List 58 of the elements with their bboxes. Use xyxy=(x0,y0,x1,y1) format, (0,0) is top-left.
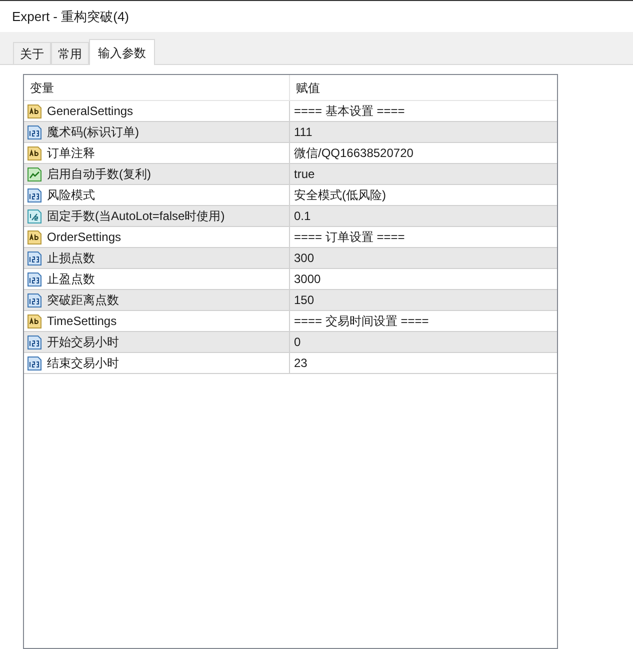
parameter-name: GeneralSettings xyxy=(47,103,134,120)
text-type-icon xyxy=(27,314,42,328)
number-type-icon xyxy=(27,124,42,140)
chart-type-icon xyxy=(27,166,42,182)
parameter-value: 微信/QQ16638520720 xyxy=(294,145,414,162)
parameter-row[interactable]: 启用自动手数(复利) true xyxy=(24,164,557,185)
parameter-row[interactable]: 风险模式 安全模式(低风险) xyxy=(24,185,557,206)
text-type-icon xyxy=(27,146,42,160)
parameter-name: 止损点数 xyxy=(47,250,95,267)
tab[interactable]: 输入参数 xyxy=(89,39,155,65)
parameter-value: 0 xyxy=(294,334,301,351)
parameter-row[interactable]: TimeSettings ==== 交易时间设置 ==== xyxy=(24,311,557,332)
parameter-name: 订单注释 xyxy=(47,145,95,162)
parameter-value: true xyxy=(294,166,315,183)
number-type-icon xyxy=(27,250,42,266)
fraction-type-icon xyxy=(27,208,42,224)
parameter-name: TimeSettings xyxy=(47,313,117,330)
parameter-name: 突破距离点数 xyxy=(47,292,119,309)
parameter-row[interactable]: OrderSettings ==== 订单设置 ==== xyxy=(24,227,557,248)
column-header[interactable]: 变量 xyxy=(24,75,290,100)
parameter-row[interactable]: 订单注释 微信/QQ16638520720 xyxy=(24,143,557,164)
parameter-row[interactable]: 结束交易小时 23 xyxy=(24,353,557,374)
parameter-name: 启用自动手数(复利) xyxy=(47,166,151,183)
parameter-value: 23 xyxy=(294,355,308,372)
parameter-row[interactable]: 止盈点数 3000 xyxy=(24,269,557,290)
parameter-value: 安全模式(低风险) xyxy=(294,187,386,204)
parameter-row[interactable]: 突破距离点数 150 xyxy=(24,290,557,311)
parameter-value: 3000 xyxy=(294,271,321,288)
parameter-name: OrderSettings xyxy=(47,229,122,246)
parameter-value: ==== 基本设置 ==== xyxy=(294,103,405,120)
number-type-icon xyxy=(27,334,42,350)
tab[interactable]: 常用 xyxy=(51,42,89,64)
parameter-row[interactable]: 魔术码(标识订单) 111 xyxy=(24,122,557,143)
number-type-icon xyxy=(27,188,42,202)
number-type-icon xyxy=(27,356,42,370)
number-type-icon xyxy=(27,272,42,286)
parameter-value: 300 xyxy=(294,250,314,267)
parameter-value: ==== 交易时间设置 ==== xyxy=(294,313,429,330)
parameter-row[interactable]: 止损点数 300 xyxy=(24,248,557,269)
window-title: Expert - 重构突破(4) xyxy=(12,8,130,26)
parameter-value: 0.1 xyxy=(294,208,311,225)
parameter-name: 固定手数(当AutoLot=false时使用) xyxy=(47,208,225,225)
parameter-value: ==== 订单设置 ==== xyxy=(294,229,405,246)
parameter-name: 开始交易小时 xyxy=(47,334,119,351)
text-type-icon xyxy=(27,230,42,244)
parameter-name: 风险模式 xyxy=(47,187,95,204)
column-header[interactable]: 赋值 xyxy=(290,75,557,100)
parameter-value: 111 xyxy=(294,124,312,141)
parameter-name: 止盈点数 xyxy=(47,271,95,288)
number-type-icon xyxy=(27,292,42,308)
parameter-row[interactable]: 开始交易小时 0 xyxy=(24,332,557,353)
parameter-row[interactable]: GeneralSettings ==== 基本设置 ==== xyxy=(24,101,557,122)
text-type-icon xyxy=(27,104,42,118)
parameter-row[interactable]: 固定手数(当AutoLot=false时使用) 0.1 xyxy=(24,206,557,227)
parameter-name: 魔术码(标识订单) xyxy=(47,124,139,141)
tab[interactable]: 关于 xyxy=(13,42,51,64)
parameter-name: 结束交易小时 xyxy=(47,355,119,372)
parameter-value: 150 xyxy=(294,292,314,309)
